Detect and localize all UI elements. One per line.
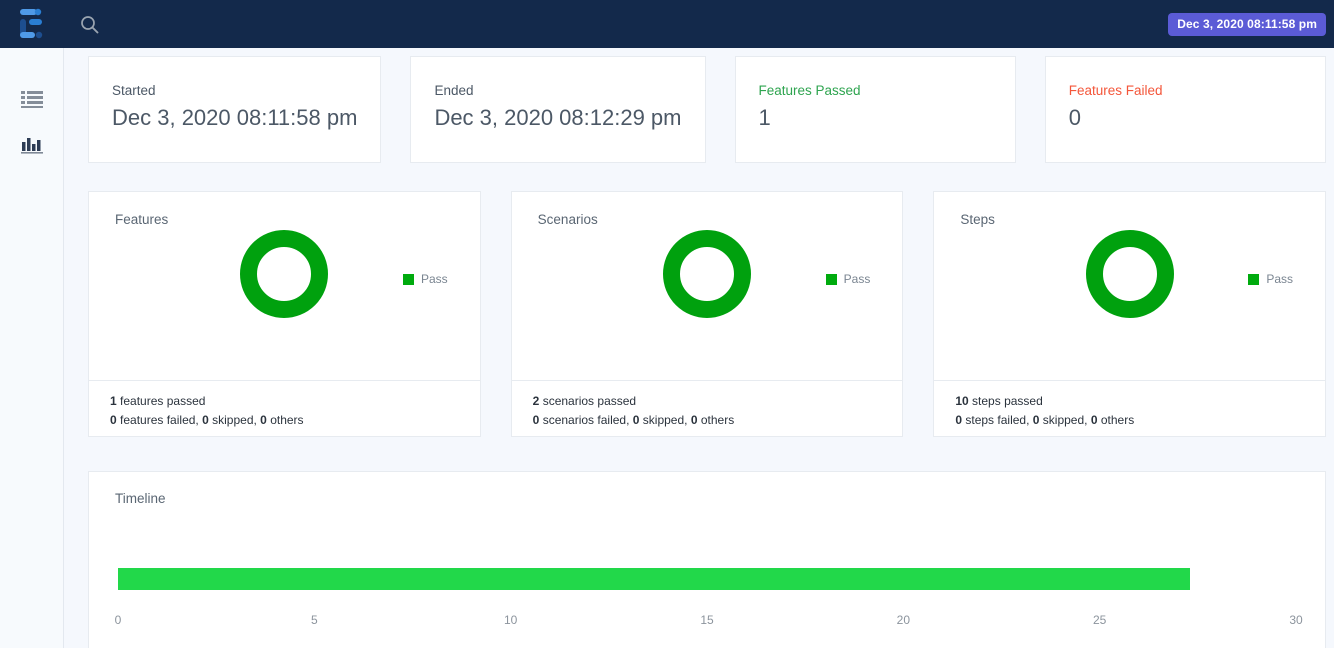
axis-tick-label: 30	[1289, 613, 1302, 627]
donut-ring-icon	[663, 230, 751, 318]
legend-label: Pass	[421, 272, 448, 286]
legend-swatch-pass	[1248, 274, 1259, 285]
donut-card-scenarios: Scenarios Pass 2 scenarios passed	[511, 191, 904, 437]
others-text: others	[1101, 413, 1134, 427]
stat-label: Features Failed	[1069, 82, 1302, 100]
donut-ring-icon	[240, 230, 328, 318]
search-icon	[80, 15, 99, 34]
failed-count: 0	[110, 413, 117, 427]
footer-passed-line: 2 scenarios passed	[533, 392, 903, 411]
passed-text: steps passed	[972, 394, 1043, 408]
donut-footer: 10 steps passed 0 steps failed, 0 skippe…	[934, 380, 1325, 436]
legend-label: Pass	[1266, 272, 1293, 286]
sidebar	[0, 48, 64, 648]
skipped-text: skipped,	[212, 413, 257, 427]
skipped-text: skipped,	[1043, 413, 1088, 427]
stat-value: 1	[759, 102, 992, 134]
donut-chart-row: Features Pass 1 features passed	[88, 191, 1326, 437]
skipped-text: skipped,	[643, 413, 688, 427]
timeline-card: Timeline 0 5 10 15 20 25 30	[88, 471, 1326, 648]
donut-footer: 1 features passed 0 features failed, 0 s…	[89, 380, 480, 436]
skipped-count: 0	[202, 413, 209, 427]
axis-tick-label: 5	[311, 613, 318, 627]
passed-text: features passed	[120, 394, 205, 408]
bar-chart-icon	[21, 136, 43, 154]
footer-failed-line: 0 steps failed, 0 skipped, 0 others	[955, 411, 1325, 430]
timeline-x-axis: 051015202530	[118, 613, 1296, 633]
others-text: others	[270, 413, 303, 427]
donut-footer: 2 scenarios passed 0 scenarios failed, 0…	[512, 380, 903, 436]
legend-label: Pass	[844, 272, 871, 286]
skipped-count: 0	[633, 413, 640, 427]
sidebar-item-reports[interactable]	[0, 122, 64, 168]
stat-card-features-failed: Features Failed 0	[1045, 56, 1326, 163]
sidebar-item-features-list[interactable]	[0, 76, 64, 122]
others-text: others	[701, 413, 734, 427]
others-count: 0	[691, 413, 698, 427]
donut-body: Pass	[934, 192, 1325, 382]
axis-tick-label: 20	[897, 613, 910, 627]
donut-body: Pass	[89, 192, 480, 382]
passed-text: scenarios passed	[543, 394, 636, 408]
main-content: Started Dec 3, 2020 08:11:58 pm Ended De…	[65, 48, 1334, 648]
stat-label: Features Passed	[759, 82, 992, 100]
axis-tick-label: 15	[700, 613, 713, 627]
failed-text: steps failed,	[965, 413, 1029, 427]
card-title: Timeline	[115, 491, 166, 506]
app-logo[interactable]	[0, 0, 64, 48]
summary-stat-row: Started Dec 3, 2020 08:11:58 pm Ended De…	[88, 56, 1326, 163]
axis-tick-label: 0	[115, 613, 122, 627]
footer-failed-line: 0 scenarios failed, 0 skipped, 0 others	[533, 411, 903, 430]
footer-passed-line: 1 features passed	[110, 392, 480, 411]
stat-label: Ended	[434, 82, 681, 100]
cucumber-report-logo-icon	[17, 8, 47, 40]
search-button[interactable]	[72, 7, 106, 41]
failed-text: features failed,	[120, 413, 199, 427]
app-header: Dec 3, 2020 08:11:58 pm	[0, 0, 1334, 48]
axis-tick-label: 10	[504, 613, 517, 627]
skipped-count: 0	[1033, 413, 1040, 427]
chart-legend[interactable]: Pass	[1248, 272, 1293, 286]
footer-passed-line: 10 steps passed	[955, 392, 1325, 411]
failed-count: 0	[533, 413, 540, 427]
passed-count: 10	[955, 394, 968, 408]
donut-card-steps: Steps Pass 10 steps passed 0	[933, 191, 1326, 437]
donut-ring-icon	[1086, 230, 1174, 318]
donut-card-features: Features Pass 1 features passed	[88, 191, 481, 437]
timeline-bar[interactable]	[118, 568, 1190, 590]
stat-card-features-passed: Features Passed 1	[735, 56, 1016, 163]
legend-swatch-pass	[826, 274, 837, 285]
failed-text: scenarios failed,	[543, 413, 630, 427]
stat-label: Started	[112, 82, 357, 100]
footer-failed-line: 0 features failed, 0 skipped, 0 others	[110, 411, 480, 430]
timeline-plot: 051015202530	[118, 565, 1296, 625]
run-timestamp-badge[interactable]: Dec 3, 2020 08:11:58 pm	[1168, 13, 1326, 36]
axis-tick-label: 25	[1093, 613, 1106, 627]
list-icon	[21, 91, 43, 108]
legend-swatch-pass	[403, 274, 414, 285]
stat-value: 0	[1069, 102, 1302, 134]
stat-card-ended: Ended Dec 3, 2020 08:12:29 pm	[410, 56, 705, 163]
stat-value: Dec 3, 2020 08:12:29 pm	[434, 102, 681, 134]
passed-count: 2	[533, 394, 540, 408]
stat-value: Dec 3, 2020 08:11:58 pm	[112, 102, 357, 134]
chart-legend[interactable]: Pass	[403, 272, 448, 286]
donut-body: Pass	[512, 192, 903, 382]
others-count: 0	[1091, 413, 1098, 427]
chart-legend[interactable]: Pass	[826, 272, 871, 286]
others-count: 0	[260, 413, 267, 427]
passed-count: 1	[110, 394, 117, 408]
stat-card-started: Started Dec 3, 2020 08:11:58 pm	[88, 56, 381, 163]
failed-count: 0	[955, 413, 962, 427]
